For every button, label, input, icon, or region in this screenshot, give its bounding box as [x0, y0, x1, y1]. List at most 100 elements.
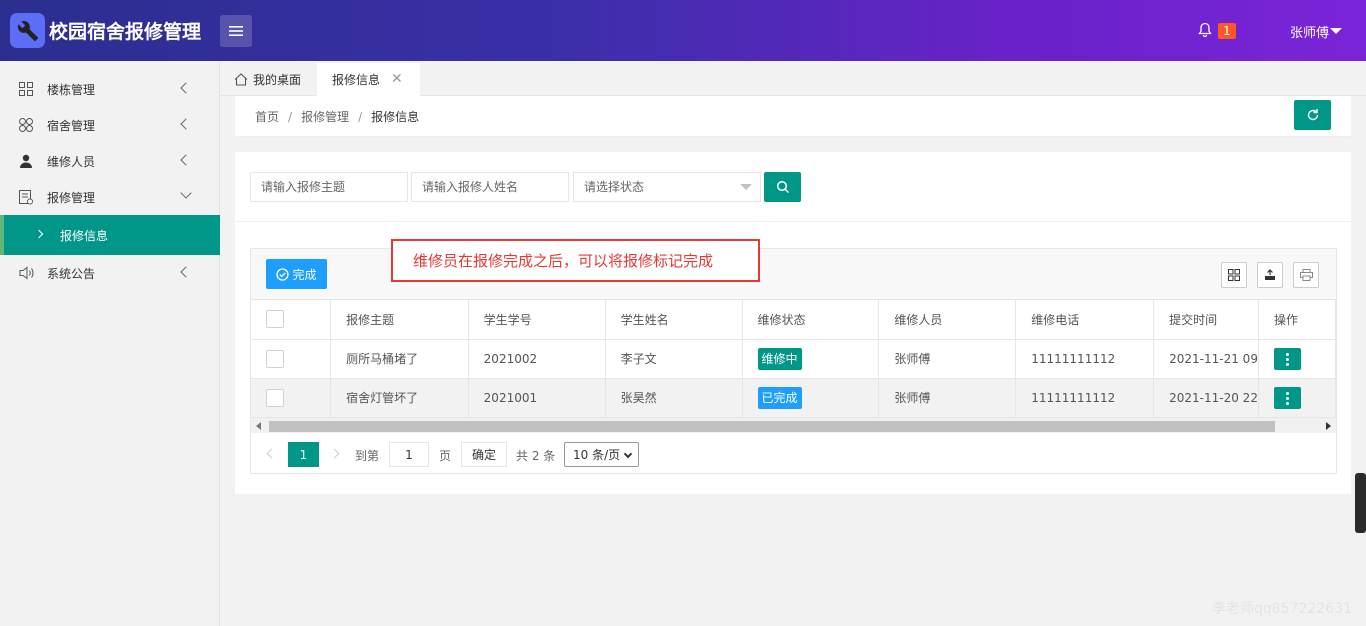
table-row[interactable]: 宿舍灯管坏了 2021001 张昊然 已完成 张师傅 11111111112 2… [251, 378, 1337, 418]
cell-phone: 11111111112 [1015, 378, 1155, 418]
breadcrumb-home[interactable]: 首页 [255, 110, 279, 124]
columns-filter-icon[interactable] [1221, 262, 1247, 288]
table-header: 报修主题 学生学号 学生姓名 维修状态 维修人员 维修电话 提交时间 操作 [251, 300, 1337, 340]
complete-button[interactable]: 完成 [266, 259, 327, 289]
speaker-icon [18, 265, 34, 281]
person-icon [18, 153, 34, 169]
chevron-down-icon[interactable] [740, 184, 752, 190]
top-header: 校园宿舍报修管理 1 张师傅 [0, 0, 1366, 61]
side-widget[interactable] [1355, 473, 1366, 533]
row-checkbox[interactable] [266, 388, 284, 407]
sidebar-item-label: 维修人员 [47, 154, 96, 169]
more-actions-button[interactable] [1273, 386, 1301, 409]
wrench-logo-icon [10, 13, 45, 48]
grid-icon [18, 81, 34, 97]
sidebar-item-repairs[interactable]: 报修管理 [0, 179, 220, 215]
breadcrumb-bar: 首页 / 报修管理 / 报修信息 [235, 96, 1351, 137]
select-all-checkbox[interactable] [266, 310, 284, 329]
sidebar: 楼栋管理 宿舍管理 维修人员 报修管理 报修信息 系统公告 [0, 61, 220, 626]
menu-toggle-button[interactable] [220, 15, 252, 47]
column-header[interactable]: 维修状态 [742, 300, 880, 340]
confirm-page-button[interactable]: 确定 [461, 442, 507, 467]
breadcrumb-repair-mgmt[interactable]: 报修管理 [301, 110, 349, 124]
chevron-left-icon [180, 266, 192, 278]
hamburger-icon [229, 26, 243, 36]
cell-worker: 张师傅 [878, 339, 1017, 379]
divider [235, 221, 1351, 222]
total-count: 共 2 条 [516, 449, 556, 463]
watermark: 李老师qq857222631 [1212, 601, 1352, 617]
cell-time: 2021-11-21 09 [1153, 339, 1259, 379]
sidebar-item-announcements[interactable]: 系统公告 [0, 255, 220, 291]
clover-icon [18, 117, 34, 133]
row-checkbox[interactable] [266, 349, 284, 368]
chevron-down-icon[interactable] [1330, 28, 1342, 34]
pagination: 1 到第 页 确定 共 2 条 10 条/页 [251, 434, 1336, 474]
export-icon[interactable] [1257, 262, 1283, 288]
status-badge: 已完成 [757, 386, 802, 409]
page-number-input[interactable] [389, 442, 429, 467]
current-page[interactable]: 1 [288, 442, 319, 467]
header-checkbox-cell [251, 300, 332, 340]
notification-badge: 1 [1218, 23, 1236, 39]
repair-table: 报修主题 学生学号 学生姓名 维修状态 维修人员 维修电话 提交时间 操作 厕所… [251, 300, 1337, 418]
prev-page-icon[interactable] [266, 448, 277, 459]
sidebar-subitem-repair-info[interactable]: 报修信息 [0, 215, 220, 255]
table-row[interactable]: 厕所马桶堵了 2021002 李子文 维修中 张师傅 11111111112 2… [251, 339, 1337, 379]
cell-student-id: 2021001 [468, 378, 606, 418]
search-button[interactable] [764, 172, 801, 202]
column-header[interactable]: 学生姓名 [605, 300, 743, 340]
cell-student-name: 张昊然 [605, 378, 743, 418]
tab-my-desktop[interactable]: 我的桌面 [234, 63, 301, 96]
cell-student-id: 2021002 [468, 339, 606, 379]
chevron-left-icon [180, 154, 192, 166]
sidebar-item-label: 报修管理 [47, 190, 96, 205]
cell-time: 2021-11-20 22 [1153, 378, 1259, 418]
scroll-right-arrow-icon[interactable] [1326, 422, 1331, 430]
tab-label: 报修信息 [332, 73, 381, 87]
name-search-input[interactable] [411, 172, 569, 202]
refresh-button[interactable] [1294, 100, 1331, 130]
search-icon [776, 180, 789, 194]
active-indicator [0, 215, 4, 255]
main-card: 完成 维修员在报修完成之后，可以将报修标记完成 报修主题 学生学号 [235, 152, 1351, 494]
breadcrumb-current: 报修信息 [371, 110, 420, 124]
horizontal-scrollbar[interactable] [251, 417, 1336, 433]
scroll-left-arrow-icon[interactable] [256, 422, 261, 430]
column-header[interactable]: 提交时间 [1153, 300, 1259, 340]
column-header[interactable]: 学生学号 [468, 300, 606, 340]
cell-worker: 张师傅 [878, 378, 1017, 418]
column-header[interactable]: 报修主题 [330, 300, 469, 340]
user-menu[interactable]: 张师傅 [1290, 22, 1329, 41]
document-icon [18, 189, 34, 205]
tab-bar: 我的桌面 报修信息 ✕ [220, 61, 1366, 96]
sidebar-item-workers[interactable]: 维修人员 [0, 143, 220, 179]
sidebar-item-buildings[interactable]: 楼栋管理 [0, 71, 220, 107]
bell-icon[interactable] [1198, 22, 1212, 42]
chevron-down-icon [180, 187, 192, 199]
check-circle-icon [276, 267, 290, 281]
close-icon[interactable]: ✕ [391, 71, 403, 87]
more-actions-button[interactable] [1273, 347, 1301, 370]
scrollbar-thumb[interactable] [269, 421, 1275, 432]
page-size-select[interactable]: 10 条/页 [564, 442, 639, 467]
tab-label: 我的桌面 [253, 73, 302, 87]
cell-subject: 宿舍灯管坏了 [330, 378, 469, 418]
status-badge: 维修中 [757, 347, 802, 370]
sidebar-item-label: 宿舍管理 [47, 118, 96, 133]
sidebar-item-label: 系统公告 [47, 266, 96, 281]
refresh-icon [1307, 109, 1318, 121]
annotation-callout: 维修员在报修完成之后，可以将报修标记完成 [391, 239, 760, 282]
print-icon[interactable] [1293, 262, 1319, 288]
column-header[interactable]: 维修人员 [878, 300, 1017, 340]
status-select[interactable] [573, 172, 761, 202]
sidebar-item-dorms[interactable]: 宿舍管理 [0, 107, 220, 143]
sidebar-subitem-label: 报修信息 [60, 229, 109, 243]
chevron-left-icon [180, 82, 192, 94]
cell-subject: 厕所马桶堵了 [330, 339, 469, 379]
tab-repair-info[interactable]: 报修信息 ✕ [317, 63, 420, 96]
subject-search-input[interactable] [250, 172, 408, 202]
page-unit-label: 页 [439, 449, 452, 463]
column-header[interactable]: 维修电话 [1015, 300, 1155, 340]
next-page-icon[interactable] [329, 448, 340, 459]
